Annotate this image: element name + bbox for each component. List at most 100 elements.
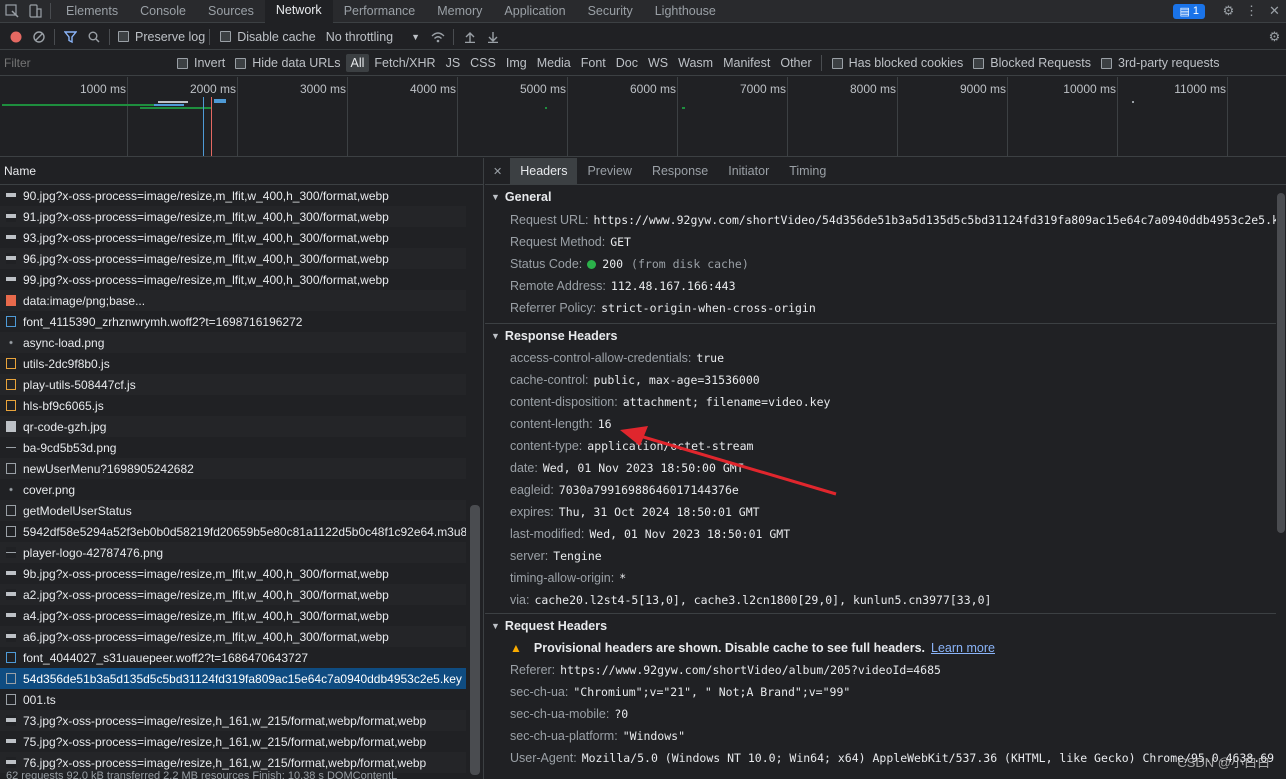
filter-icon[interactable] — [59, 26, 82, 48]
record-icon[interactable] — [4, 26, 27, 48]
checkbox-box[interactable] — [973, 57, 985, 69]
request-row[interactable]: 90.jpg?x-oss-process=image/resize,m_lfit… — [0, 185, 466, 206]
header-value: "Chromium";v="21", " Not;A Brand";v="99" — [573, 685, 851, 699]
name-column-header[interactable]: Name — [0, 158, 483, 185]
tab-application[interactable]: Application — [493, 0, 576, 22]
request-row[interactable]: font_4044027_s31uauepeer.woff2?t=1686470… — [0, 647, 466, 668]
scrollbar-thumb[interactable] — [470, 505, 480, 775]
request-row[interactable]: ba-9cd5b53d.png — [0, 437, 466, 458]
issues-badge[interactable]: ▤ 1 — [1173, 3, 1205, 19]
detail-scrollbar[interactable] — [1276, 185, 1286, 779]
close-detail-icon[interactable]: ✕ — [485, 158, 510, 185]
request-row[interactable]: play-utils-508447cf.js — [0, 374, 466, 395]
tab-security[interactable]: Security — [577, 0, 644, 22]
request-row[interactable]: 96.jpg?x-oss-process=image/resize,m_lfit… — [0, 248, 466, 269]
request-row[interactable]: cover.png — [0, 479, 466, 500]
scrollbar-thumb[interactable] — [1277, 193, 1285, 533]
filter-input[interactable] — [0, 54, 163, 72]
request-row[interactable]: getModelUserStatus — [0, 500, 466, 521]
filter-type-font[interactable]: Font — [576, 54, 611, 72]
detail-tab-headers[interactable]: Headers — [510, 158, 578, 185]
request-row[interactable]: 99.jpg?x-oss-process=image/resize,m_lfit… — [0, 269, 466, 290]
request-row[interactable]: data:image/png;base... — [0, 290, 466, 311]
request-row[interactable]: newUserMenu?1698905242682 — [0, 458, 466, 479]
detail-tabs: ✕ Headers Preview Response Initiator Timing — [485, 158, 1286, 185]
tab-network[interactable]: Network — [264, 0, 333, 23]
checkbox-box[interactable] — [1101, 57, 1113, 69]
checkbox-box[interactable] — [177, 57, 188, 69]
network-conditions-icon[interactable] — [426, 26, 449, 48]
request-row[interactable]: 5942df58e5294a52f3eb0b0d58219fd20659b5e8… — [0, 521, 466, 542]
request-row[interactable]: a6.jpg?x-oss-process=image/resize,m_lfit… — [0, 626, 466, 647]
tab-sources[interactable]: Sources — [197, 0, 265, 22]
detail-tab-preview[interactable]: Preview — [577, 158, 641, 185]
filter-type-fetchxhr[interactable]: Fetch/XHR — [369, 54, 440, 72]
request-row[interactable]: 91.jpg?x-oss-process=image/resize,m_lfit… — [0, 206, 466, 227]
filter-type-img[interactable]: Img — [501, 54, 532, 72]
timeline-bar-green — [545, 107, 547, 109]
filter-type-ws[interactable]: WS — [643, 54, 673, 72]
filter-type-media[interactable]: Media — [532, 54, 576, 72]
device-toolbar-icon[interactable] — [23, 0, 46, 22]
detail-tab-initiator[interactable]: Initiator — [718, 158, 779, 185]
request-row[interactable]: 001.ts — [0, 689, 466, 710]
tab-console[interactable]: Console — [129, 0, 197, 22]
detail-tab-timing[interactable]: Timing — [779, 158, 836, 185]
request-row[interactable]: 73.jpg?x-oss-process=image/resize,h_161,… — [0, 710, 466, 731]
close-devtools-icon[interactable]: ✕ — [1263, 0, 1286, 22]
response-headers-section-header[interactable]: ▼ Response Headers — [485, 323, 1286, 347]
doc-file-icon — [6, 505, 16, 516]
clear-icon[interactable] — [27, 26, 50, 48]
more-options-icon[interactable]: ⋮ — [1240, 0, 1263, 22]
filter-type-js[interactable]: JS — [441, 54, 466, 72]
request-headers-section-header[interactable]: ▼ Request Headers — [485, 613, 1286, 637]
blocked-requests-checkbox[interactable]: Blocked Requests — [973, 56, 1091, 70]
has-blocked-cookies-checkbox[interactable]: Has blocked cookies — [831, 56, 963, 70]
request-row[interactable]: qr-code-gzh.jpg — [0, 416, 466, 437]
checkbox-box[interactable] — [831, 57, 843, 69]
checkbox-box[interactable] — [220, 31, 232, 42]
hide-data-urls-checkbox[interactable]: Hide data URLs — [235, 56, 341, 70]
request-row[interactable]: 54d356de51b3a5d135d5c5bd31124fd319fa809a… — [0, 668, 466, 689]
filter-type-other[interactable]: Other — [775, 54, 816, 72]
request-row[interactable]: 93.jpg?x-oss-process=image/resize,m_lfit… — [0, 227, 466, 248]
filter-type-all[interactable]: All — [345, 54, 370, 72]
tab-performance[interactable]: Performance — [333, 0, 427, 22]
request-row[interactable]: player-logo-42787476.png — [0, 542, 466, 563]
throttling-select[interactable]: No throttling ▼ — [326, 30, 420, 44]
tab-lighthouse[interactable]: Lighthouse — [644, 0, 727, 22]
request-row[interactable]: 75.jpg?x-oss-process=image/resize,h_161,… — [0, 731, 466, 752]
learn-more-link[interactable]: Learn more — [931, 641, 995, 655]
preserve-log-checkbox[interactable]: Preserve log — [118, 30, 205, 44]
request-row[interactable]: font_4115390_zrhznwrymh.woff2?t=16987161… — [0, 311, 466, 332]
export-har-icon[interactable] — [481, 26, 504, 48]
request-row[interactable]: a2.jpg?x-oss-process=image/resize,m_lfit… — [0, 584, 466, 605]
disable-cache-checkbox[interactable]: Disable cache — [220, 30, 316, 44]
invert-checkbox[interactable]: Invert — [177, 56, 225, 70]
search-icon[interactable] — [82, 26, 105, 48]
request-row[interactable]: utils-2dc9f8b0.js — [0, 353, 466, 374]
request-row[interactable]: 76.jpg?x-oss-process=image/resize,h_161,… — [0, 752, 466, 773]
filter-type-doc[interactable]: Doc — [611, 54, 643, 72]
import-har-icon[interactable] — [458, 26, 481, 48]
request-row[interactable]: async-load.png — [0, 332, 466, 353]
network-settings-gear-icon[interactable]: ⚙ — [1263, 26, 1286, 48]
filter-type-manifest[interactable]: Manifest — [718, 54, 775, 72]
settings-gear-icon[interactable]: ⚙ — [1217, 0, 1240, 22]
detail-tab-response[interactable]: Response — [642, 158, 718, 185]
inspect-element-icon[interactable] — [0, 0, 23, 22]
request-row[interactable]: hls-bf9c6065.js — [0, 395, 466, 416]
checkbox-box[interactable] — [235, 57, 247, 69]
header-key: Remote Address: — [510, 279, 606, 293]
tab-elements[interactable]: Elements — [55, 0, 129, 22]
request-row[interactable]: 9b.jpg?x-oss-process=image/resize,m_lfit… — [0, 563, 466, 584]
request-row[interactable]: a4.jpg?x-oss-process=image/resize,m_lfit… — [0, 605, 466, 626]
filter-type-css[interactable]: CSS — [465, 54, 501, 72]
third-party-checkbox[interactable]: 3rd-party requests — [1101, 56, 1219, 70]
tab-memory[interactable]: Memory — [426, 0, 493, 22]
general-section-header[interactable]: ▼ General — [485, 185, 1286, 209]
timeline-overview[interactable]: 1000 ms 2000 ms 3000 ms 4000 ms 5000 ms 6000 … — [0, 77, 1286, 157]
filter-type-wasm[interactable]: Wasm — [673, 54, 718, 72]
request-list-scrollbar[interactable] — [468, 185, 482, 779]
checkbox-box[interactable] — [118, 31, 129, 42]
